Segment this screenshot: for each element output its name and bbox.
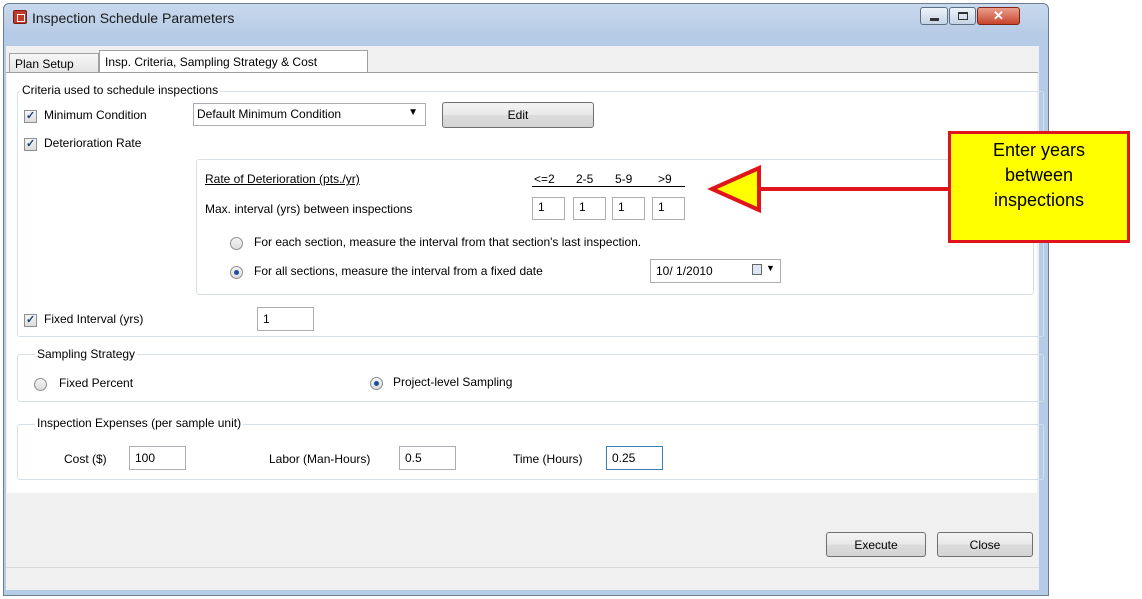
rate-column-2: 2-5 — [576, 172, 594, 186]
radio-fixed-date[interactable] — [230, 266, 243, 279]
deterioration-checkbox[interactable]: ✓ — [24, 138, 37, 151]
check-icon: ✓ — [26, 110, 36, 122]
min-condition-checkbox[interactable]: ✓ — [24, 110, 37, 123]
callout-box: Enter years between inspections — [948, 131, 1130, 243]
project-level-label: Project-level Sampling — [393, 375, 513, 389]
callout-arrow — [707, 164, 950, 214]
chevron-down-icon: ▼ — [766, 263, 775, 273]
interval-input-2[interactable]: 1 — [573, 197, 606, 220]
time-input[interactable]: 0.25 — [606, 446, 663, 470]
time-label: Time (Hours) — [513, 452, 583, 466]
close-window-button[interactable]: ✕ — [977, 7, 1020, 25]
radio-project-level[interactable] — [370, 377, 383, 390]
fixed-date-picker[interactable]: 10/ 1/2010 ▼ — [650, 259, 781, 283]
labor-input[interactable]: 0.5 — [399, 446, 456, 470]
radio-selected-dot — [234, 270, 239, 275]
callout-line-3: inspections — [993, 190, 1085, 210]
fixed-date-value: 10/ 1/2010 — [656, 264, 713, 278]
fixed-interval-input[interactable]: 1 — [257, 307, 314, 331]
calendar-icon — [752, 264, 762, 275]
app-icon — [13, 10, 27, 24]
radio-fixed-percent[interactable] — [34, 378, 47, 391]
max-interval-label: Max. interval (yrs) between inspections — [205, 202, 413, 216]
rate-column-4: >9 — [658, 172, 672, 186]
criteria-group-label: Criteria used to schedule inspections — [20, 83, 221, 97]
interval-input-4[interactable]: 1 — [652, 197, 685, 220]
fixed-percent-label: Fixed Percent — [59, 376, 134, 390]
tab-label: Insp. Criteria, Sampling Strategy & Cost — [105, 55, 318, 69]
close-icon: ✕ — [993, 8, 1004, 23]
check-icon: ✓ — [26, 138, 36, 150]
rate-column-1: <=2 — [534, 172, 555, 186]
window-title: Inspection Schedule Parameters — [32, 10, 235, 26]
title-bar[interactable]: Inspection Schedule Parameters ✕ — [4, 4, 1048, 32]
minimize-icon — [930, 18, 939, 21]
cost-input[interactable]: 100 — [129, 446, 186, 470]
labor-label: Labor (Man-Hours) — [269, 452, 371, 466]
min-condition-select[interactable]: Default Minimum Condition ▼ — [193, 103, 426, 126]
sampling-group-label: Sampling Strategy — [35, 347, 138, 361]
minimize-button[interactable] — [920, 7, 948, 25]
callout-line-2: between — [1004, 165, 1074, 185]
radio-each-section-label: For each section, measure the interval f… — [254, 235, 642, 249]
interval-input-3[interactable]: 1 — [612, 197, 645, 220]
interval-input-1[interactable]: 1 — [532, 197, 565, 220]
radio-each-section[interactable] — [230, 237, 243, 250]
check-icon: ✓ — [26, 314, 36, 326]
tab-label: Plan Setup — [15, 57, 74, 71]
close-button[interactable]: Close — [937, 532, 1033, 557]
cost-label: Cost ($) — [64, 452, 107, 466]
fixed-interval-label: Fixed Interval (yrs) — [44, 312, 144, 326]
maximize-icon — [958, 12, 968, 20]
radio-selected-dot — [374, 381, 379, 386]
expenses-group-label: Inspection Expenses (per sample unit) — [35, 416, 244, 430]
rate-header-underline — [532, 186, 685, 187]
callout-line-1: Enter years — [992, 140, 1086, 160]
fixed-interval-checkbox[interactable]: ✓ — [24, 314, 37, 327]
execute-button[interactable]: Execute — [826, 532, 926, 557]
radio-fixed-date-label: For all sections, measure the interval f… — [254, 264, 543, 278]
callout-arrow-head — [707, 164, 761, 214]
rate-of-deterioration-label: Rate of Deterioration (pts./yr) — [205, 172, 360, 186]
tab-plan-setup[interactable]: Plan Setup — [9, 53, 99, 73]
tab-insp-criteria[interactable]: Insp. Criteria, Sampling Strategy & Cost — [99, 50, 368, 73]
deterioration-label: Deterioration Rate — [44, 136, 142, 150]
maximize-button[interactable] — [949, 7, 976, 25]
edit-button[interactable]: Edit — [442, 102, 594, 128]
min-condition-label: Minimum Condition — [44, 108, 147, 122]
chevron-down-icon: ▼ — [408, 107, 418, 118]
min-condition-value: Default Minimum Condition — [197, 107, 342, 121]
rate-column-3: 5-9 — [615, 172, 633, 186]
status-bar — [6, 567, 1039, 590]
sampling-group — [17, 354, 1044, 402]
